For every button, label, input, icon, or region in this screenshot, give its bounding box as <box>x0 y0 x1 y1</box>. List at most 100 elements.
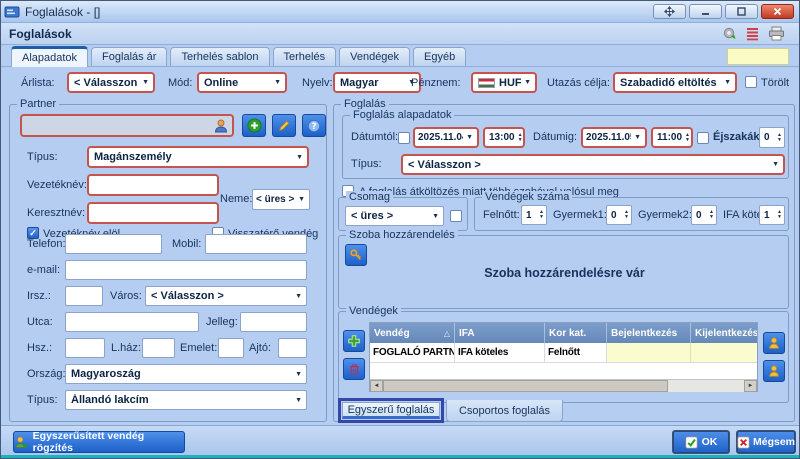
scroll-left-icon[interactable]: ◄ <box>370 380 383 392</box>
tab-alapadatok[interactable]: Alapadatok <box>11 46 88 67</box>
mobil-input[interactable] <box>205 234 307 254</box>
guest-action-top-button[interactable] <box>763 332 785 354</box>
spinner-arrows-icon[interactable]: ▲▼ <box>774 210 782 220</box>
ok-button[interactable]: OK <box>672 430 730 454</box>
hungary-flag-icon <box>478 78 495 88</box>
delete-guest-button[interactable] <box>343 358 365 380</box>
tab-terheles[interactable]: Terhelés <box>273 47 337 66</box>
scrollbar-thumb[interactable] <box>383 380 668 392</box>
minimize-icon <box>701 7 710 16</box>
partner-tipus-select[interactable]: Magánszemély▼ <box>87 146 309 168</box>
close-button[interactable] <box>761 4 794 19</box>
tab-egyeb[interactable]: Egyéb <box>413 47 466 66</box>
ejszakak-spinner[interactable]: 0 ▲▼ <box>759 127 785 148</box>
foglalas-group: Foglalás Foglalás alapadatok Dátumtól: 2… <box>333 104 795 422</box>
column-header-ifa[interactable]: IFA <box>455 323 545 343</box>
emelet-input[interactable] <box>218 338 244 358</box>
tab-vendegek[interactable]: Vendégek <box>339 47 410 66</box>
add-guest-button[interactable] <box>343 330 365 352</box>
hsz-input[interactable] <box>65 338 105 358</box>
spinner-arrows-icon[interactable]: ▲▼ <box>682 133 690 143</box>
print-icon[interactable] <box>768 26 785 41</box>
assign-room-button[interactable] <box>345 244 367 266</box>
table-row[interactable]: FOGLALÓ PARTNER IFA köteles Felnőtt <box>370 343 757 363</box>
email-input[interactable] <box>65 260 307 280</box>
vendegek-group: Vendégek Vendég △ IFA Kor kat. Bejelentk… <box>338 311 789 403</box>
partner-tipus-label: Típus: <box>27 151 58 163</box>
tab-csoportos-foglalas[interactable]: Csoportos foglalás <box>446 400 563 422</box>
datumtol-checkbox[interactable] <box>398 132 410 144</box>
csomag-checkbox[interactable] <box>450 210 462 222</box>
column-header-kor-kat[interactable]: Kor kat. <box>545 323 607 343</box>
move-window-button[interactable] <box>653 4 686 19</box>
gyermek2-spinner[interactable]: 0▲▼ <box>691 205 717 225</box>
partner-search-input[interactable] <box>20 114 234 137</box>
minimize-button[interactable] <box>689 4 722 19</box>
maximize-button[interactable] <box>725 4 758 19</box>
tab-egyszeru-foglalas[interactable]: Egyszerű foglalás <box>338 398 444 423</box>
list-icon[interactable] <box>746 27 759 41</box>
datumtol-date-select[interactable]: 2025.11.04▼ <box>413 127 479 148</box>
lhaz-input[interactable] <box>142 338 175 358</box>
spinner-arrows-icon[interactable]: ▲▼ <box>515 133 523 143</box>
vezeteknev-input[interactable] <box>87 174 219 196</box>
partner-info-button[interactable]: ? <box>302 114 326 137</box>
tab-foglalas-ar[interactable]: Foglalás ár <box>91 47 167 66</box>
scroll-right-icon[interactable]: ► <box>744 380 757 392</box>
spinner-arrows-icon[interactable]: ▲▼ <box>536 210 544 220</box>
horizontal-scrollbar: ◄ ► <box>370 379 757 392</box>
szoba-hozzarendeles-title: Szoba hozzárendelés <box>346 229 458 241</box>
tab-terheles-sablon[interactable]: Terhelés sablon <box>170 47 269 66</box>
add-partner-button[interactable] <box>242 114 266 137</box>
ejszakak-label: Éjszakák: <box>713 131 763 143</box>
simplified-guest-button[interactable]: Egyszerűsített vendég rögzítés <box>13 431 185 453</box>
idotol-spinner[interactable]: 13:00 ▲▼ <box>483 127 525 148</box>
spinner-arrows-icon[interactable]: ▲▼ <box>774 133 782 143</box>
column-header-vendeg[interactable]: Vendég △ <box>370 323 455 343</box>
sort-asc-icon: △ <box>441 329 450 338</box>
irsz-input[interactable] <box>65 286 103 306</box>
app-icon <box>4 5 20 19</box>
datumig-date-select[interactable]: 2025.11.05▼ <box>581 127 647 148</box>
penznem-select[interactable]: HUF▼ <box>471 72 537 93</box>
varos-select[interactable]: < Válasszon >▼ <box>145 286 307 306</box>
telefon-input[interactable] <box>65 234 162 254</box>
varos-label: Város: <box>110 290 142 302</box>
chevron-down-icon: ▼ <box>271 79 281 86</box>
datumig-checkbox[interactable] <box>697 132 709 144</box>
guest-action-bottom-button[interactable] <box>763 360 785 382</box>
szoba-hozzarendeles-group: Szoba hozzárendelés Szoba hozzárendelésr… <box>338 235 789 309</box>
orszag-select[interactable]: Magyaroszág▼ <box>65 364 307 384</box>
csomag-select[interactable]: < üres >▼ <box>345 206 444 226</box>
settings-icon[interactable] <box>722 26 737 41</box>
arlista-select[interactable]: < Válasszon >▼ <box>67 72 155 93</box>
chevron-down-icon: ▼ <box>292 293 302 300</box>
cell-bejelentkezes[interactable] <box>607 343 691 363</box>
felnott-spinner[interactable]: 1▲▼ <box>521 205 547 225</box>
email-label: e-mail: <box>27 264 60 276</box>
torolt-checkbox[interactable] <box>745 76 757 88</box>
cell-kijelentkezes[interactable] <box>691 343 757 363</box>
utazas-celja-select[interactable]: Szabadidő eltöltés▼ <box>613 72 737 93</box>
cancel-button[interactable]: Mégsem <box>736 430 796 454</box>
foglalas-tipus-select[interactable]: < Válasszon >▼ <box>401 154 785 175</box>
column-header-bejelentkezes[interactable]: Bejelentkezés <box>607 323 691 343</box>
edit-partner-button[interactable] <box>272 114 296 137</box>
utca-input[interactable] <box>65 312 199 332</box>
chevron-down-icon: ▼ <box>631 134 641 141</box>
gyermek1-spinner[interactable]: 0▲▼ <box>606 205 632 225</box>
lakcim-tipus-select[interactable]: Állandó lakcím▼ <box>65 390 307 410</box>
spinner-arrows-icon[interactable]: ▲▼ <box>621 210 629 220</box>
ajto-input[interactable] <box>278 338 307 358</box>
mod-select[interactable]: Online▼ <box>197 72 287 93</box>
ifa-koteles-spinner[interactable]: 1▲▼ <box>759 205 785 225</box>
nyelv-select[interactable]: Magyar▼ <box>333 72 421 93</box>
window-title: Foglalások - [] <box>25 5 100 19</box>
gyermek1-label: Gyermek1: <box>553 209 607 221</box>
neme-select[interactable]: < üres >▼ <box>252 189 310 210</box>
jelleg-input[interactable] <box>240 312 307 332</box>
column-header-kijelentkezes[interactable]: Kijelentkezés <box>691 323 757 343</box>
idoig-spinner[interactable]: 11:00 ▲▼ <box>651 127 693 148</box>
keresztnev-input[interactable] <box>87 202 219 224</box>
spinner-arrows-icon[interactable]: ▲▼ <box>706 210 714 220</box>
